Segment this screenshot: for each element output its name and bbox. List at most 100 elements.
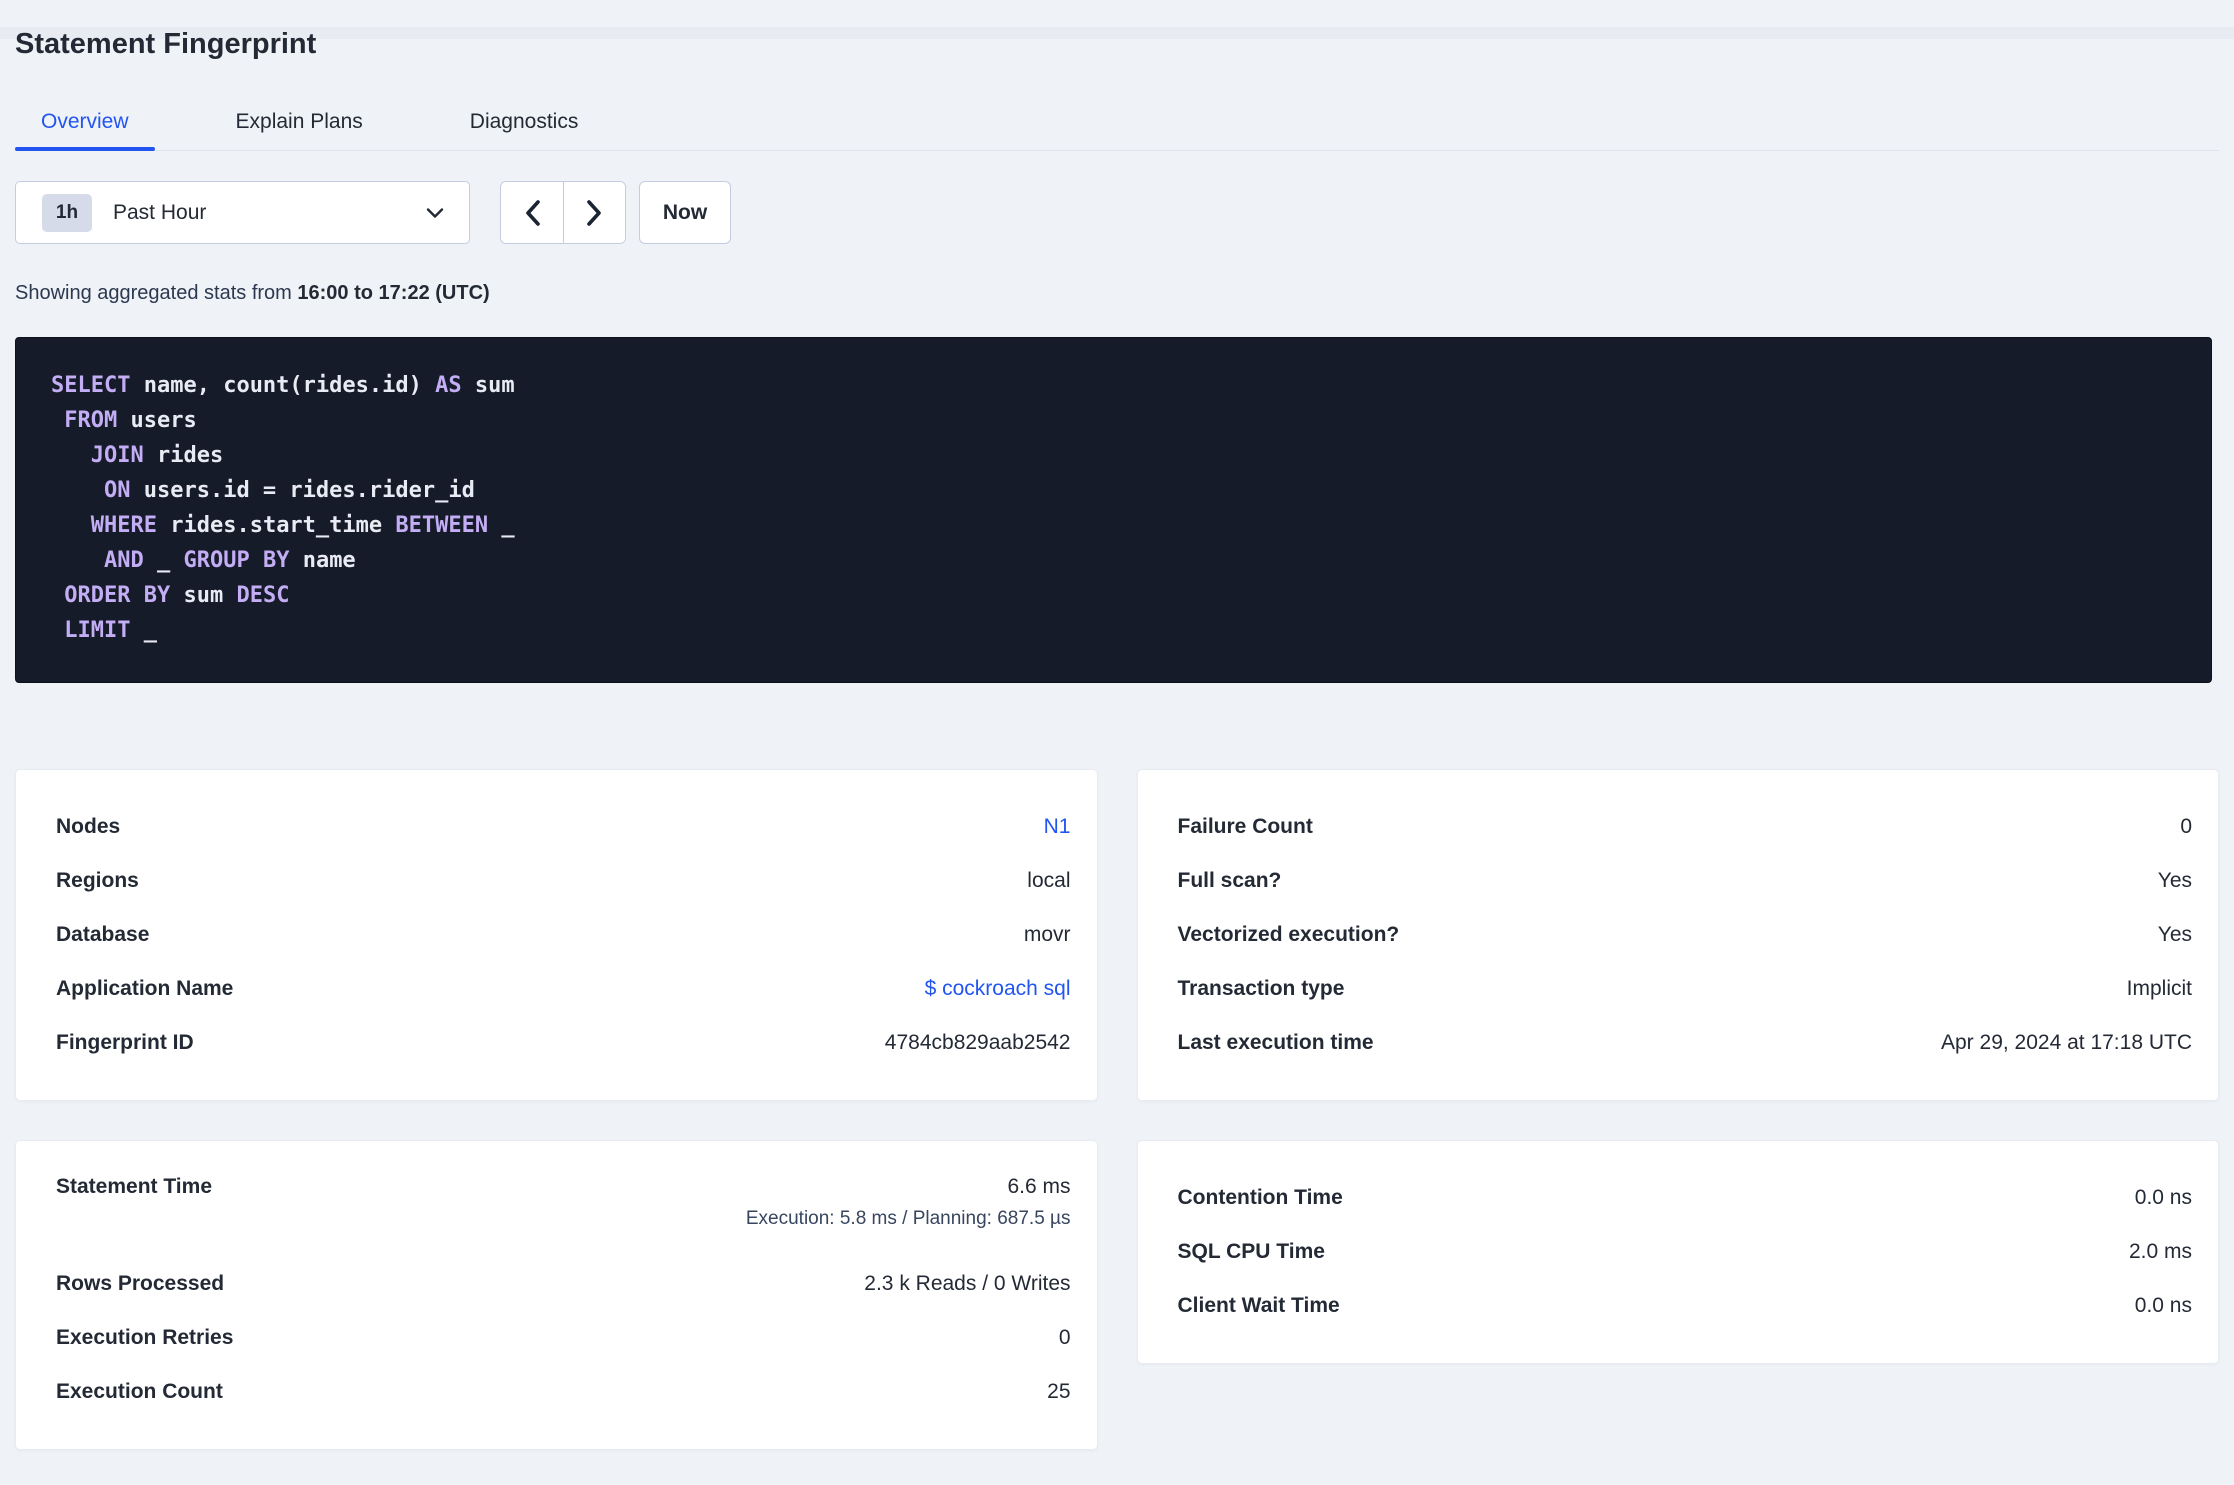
sql-keyword: AND — [103, 548, 144, 573]
statement-timing-card: Statement Time 6.6 ms Execution: 5.8 ms / … — [15, 1140, 1098, 1450]
chevron-down-icon — [426, 207, 444, 218]
sql-statement-box: SELECT name, count(rides.id) AS sum FROM… — [15, 337, 2212, 683]
sql-line: ON users.id = rides.rider_id — [51, 473, 2191, 508]
statement-fingerprint-page: { "page": { "title": "Statement Fingerpr… — [0, 27, 2234, 1485]
stat-label-last-execution-time: Last execution time — [1177, 1031, 1374, 1054]
stat-label-failure-count: Failure Count — [1177, 815, 1313, 838]
sql-keyword: JOIN — [90, 443, 144, 468]
next-interval-button[interactable] — [563, 182, 625, 243]
stat-value-database: movr — [1024, 923, 1071, 947]
sql-text: users.id = rides.rider_id — [130, 478, 475, 503]
stat-row-regions: Regions local — [56, 854, 1071, 908]
aggregated-stats-prefix: Showing aggregated stats from — [15, 282, 298, 304]
stat-value-text: 0.0 ns — [2134, 1294, 2192, 1317]
stat-label-execution-retries: Execution Retries — [56, 1326, 234, 1349]
now-button[interactable]: Now — [639, 181, 731, 244]
stat-value-text: 4784cb829aab2542 — [884, 1031, 1071, 1054]
tab-bar: Overview Explain Plans Diagnostics — [15, 93, 2219, 151]
sql-keyword: BETWEEN — [395, 513, 489, 538]
stat-row-nodes: Nodes N1 — [56, 800, 1071, 854]
time-range-badge: 1h — [42, 193, 92, 232]
stat-label-client-wait-time: Client Wait Time — [1177, 1294, 1340, 1317]
contention-card: Contention Time 0.0 ns SQL CPU Time 2.0 ms C… — [1136, 1140, 2219, 1364]
stat-label-nodes: Nodes — [56, 815, 121, 838]
time-range-dropdown[interactable]: 1h Past Hour — [15, 181, 470, 244]
tab-diagnostics[interactable]: Diagnostics — [444, 93, 605, 150]
stat-subvalue: Execution: 5.8 ms / Planning: 687.5 µs — [745, 1208, 1071, 1229]
sql-keyword: WHERE — [90, 513, 157, 538]
time-controls: 1h Past Hour Now — [15, 181, 2219, 244]
stat-value-text: Implicit — [2126, 977, 2192, 1000]
stat-value-application-name-link[interactable]: $ cockroach sql — [925, 977, 1071, 1001]
stat-label-regions: Regions — [56, 869, 139, 892]
sql-line: LIMIT _ — [51, 613, 2191, 648]
time-interval-pager — [500, 181, 626, 244]
stat-value-text: N1 — [1043, 815, 1071, 838]
stat-value-full-scan: Yes — [2158, 869, 2192, 893]
sql-text: name — [289, 548, 356, 573]
sql-keyword: DESC — [236, 583, 290, 608]
stat-value-text: 0 — [2180, 815, 2192, 838]
stat-value-statement-time: 6.6 ms Execution: 5.8 ms / Planning: 687.… — [746, 1171, 1071, 1234]
stat-label-sql-cpu-time: SQL CPU Time — [1177, 1240, 1325, 1263]
stat-value-client-wait-time: 0.0 ns — [2135, 1294, 2192, 1318]
stat-row-client-wait-time: Client Wait Time 0.0 ns — [1178, 1279, 2193, 1333]
sql-line: SELECT name, count(rides.id) AS sum — [51, 368, 2191, 403]
stat-value-sql-cpu-time: 2.0 ms — [2129, 1240, 2192, 1264]
stat-value-text: movr — [1023, 923, 1071, 946]
stat-value-contention-time: 0.0 ns — [2135, 1186, 2192, 1210]
stat-value-vectorized-execution: Yes — [2158, 923, 2192, 947]
stat-label-full-scan: Full scan? — [1177, 869, 1282, 892]
tab-explain-plans[interactable]: Explain Plans — [210, 93, 389, 150]
sql-line: FROM users — [51, 403, 2191, 438]
stats-cards-grid: Nodes N1 Regions local Database movr Applicati… — [15, 769, 2219, 1450]
stat-value-text: 0.0 ns — [2134, 1186, 2192, 1209]
stat-value-text: 25 — [1047, 1380, 1071, 1403]
stat-value-rows-processed: 2.3 k Reads / 0 Writes — [864, 1272, 1070, 1296]
tab-overview-label: Overview — [41, 109, 129, 133]
sql-line: JOIN rides — [51, 438, 2191, 473]
sql-keyword: GROUP BY — [183, 548, 290, 573]
stat-value-text: $ cockroach sql — [924, 977, 1071, 1000]
stat-row-database: Database movr — [56, 908, 1071, 962]
stat-label-transaction-type: Transaction type — [1177, 977, 1345, 1000]
stat-row-vectorized-execution: Vectorized execution? Yes — [1178, 908, 2193, 962]
stat-row-fingerprint-id: Fingerprint ID 4784cb829aab2542 — [56, 1016, 1071, 1070]
tab-overview[interactable]: Overview — [15, 93, 155, 151]
stat-value-text: local — [1027, 869, 1071, 892]
active-tab-underline — [15, 147, 155, 151]
stat-value-execution-retries: 0 — [1059, 1326, 1071, 1350]
sql-text: rides.start_time — [156, 513, 396, 538]
tab-explain-plans-label: Explain Plans — [235, 109, 363, 133]
overview-details-card: Nodes N1 Regions local Database movr Applicati… — [15, 769, 1098, 1101]
sql-text: sum — [461, 373, 515, 398]
sql-keyword: ORDER BY — [64, 583, 171, 608]
stat-row-application-name: Application Name $ cockroach sql — [56, 962, 1071, 1016]
sql-keyword: ON — [103, 478, 131, 503]
stat-value-text: Yes — [2157, 923, 2192, 946]
main-content: Statement Fingerprint Overview Explain P… — [0, 27, 2234, 1450]
sql-text: rides — [143, 443, 224, 468]
stat-row-full-scan: Full scan? Yes — [1178, 854, 2193, 908]
stat-row-execution-retries: Execution Retries 0 — [56, 1311, 1071, 1365]
sql-keyword: LIMIT — [64, 618, 131, 643]
sql-keyword: SELECT — [51, 373, 131, 398]
sql-text: sum — [170, 583, 237, 608]
sql-text: users — [117, 408, 197, 433]
page-title: Statement Fingerprint — [15, 28, 317, 60]
stat-value-execution-count: 25 — [1047, 1380, 1070, 1404]
stat-value-nodes-link[interactable]: N1 — [1044, 815, 1071, 839]
prev-interval-button[interactable] — [501, 182, 563, 243]
aggregated-stats-range: 16:00 to 17:22 (UTC) — [297, 282, 490, 304]
execution-attributes-card: Failure Count 0 Full scan? Yes Vectorized ex… — [1136, 769, 2219, 1101]
time-range-label: Past Hour — [113, 200, 207, 224]
stat-label-statement-time: Statement Time — [56, 1175, 212, 1198]
sql-text: _ — [143, 548, 184, 573]
stat-value-text: 6.6 ms — [1007, 1175, 1071, 1198]
